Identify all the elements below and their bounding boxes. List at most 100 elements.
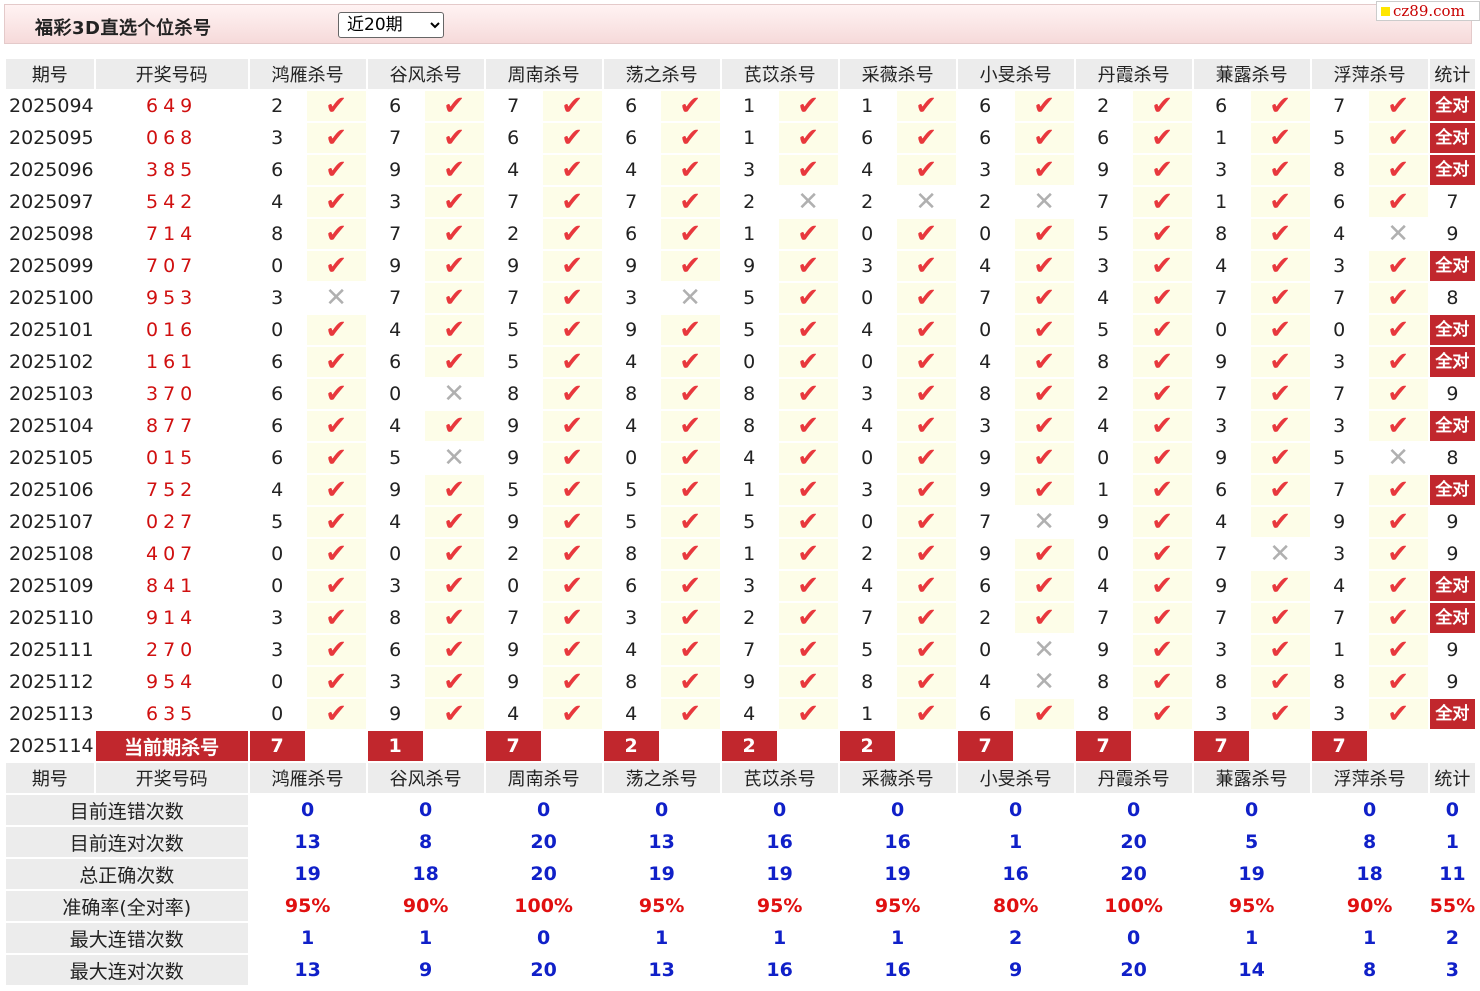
kill-number: 8 — [389, 607, 402, 629]
check-icon: ✔ — [797, 283, 820, 313]
kill-number: 9 — [507, 255, 520, 277]
kill-number: 1 — [861, 95, 874, 117]
hit-cell: ✔ — [424, 475, 484, 505]
hit-cell: ✔ — [1132, 635, 1192, 665]
kill-number: 9 — [979, 447, 992, 469]
row-stat: 全对 — [1429, 251, 1476, 281]
check-icon: ✔ — [797, 507, 820, 537]
kill-number: 4 — [979, 671, 992, 693]
kill-number: 4 — [861, 319, 874, 341]
kill-number: 4 — [1333, 223, 1346, 245]
draw-number: 016 — [145, 319, 198, 341]
kill-number: 7 — [507, 191, 520, 213]
hit-cell: ✔ — [896, 379, 956, 409]
row-stat: 9 — [1446, 223, 1459, 245]
kill-number: 9 — [743, 255, 756, 277]
hit-cell: ✔ — [1368, 475, 1428, 505]
kill-number: 4 — [507, 159, 520, 181]
check-icon: ✔ — [1269, 347, 1292, 377]
all-right-badge: 全对 — [1429, 411, 1476, 441]
column-header: 开奖号码 — [95, 59, 248, 89]
stats-row: 总正确次数 19 18 20 19 19 19 16 20 19 18 11 — [6, 859, 1475, 889]
all-right-badge: 全对 — [1429, 123, 1476, 153]
cross-icon: ✕ — [1387, 219, 1410, 249]
column-header: 统计 — [1429, 763, 1476, 793]
check-icon: ✔ — [1033, 571, 1056, 601]
check-icon: ✔ — [443, 251, 466, 281]
stats-value: 1 — [419, 927, 433, 949]
kill-number: 1 — [1333, 639, 1346, 661]
kill-number: 7 — [1333, 95, 1346, 117]
site-badge[interactable]: cz89.com — [1376, 1, 1480, 21]
hit-cell: ✔ — [778, 411, 838, 441]
check-icon: ✔ — [561, 411, 584, 441]
kill-number: 2 — [861, 543, 874, 565]
hit-cell: ✔ — [896, 155, 956, 185]
hit-cell: ✔ — [424, 411, 484, 441]
kill-number: 8 — [1097, 703, 1110, 725]
draw-number: 370 — [145, 383, 198, 405]
hit-cell: ✔ — [660, 187, 720, 217]
stats-value: 0 — [301, 799, 315, 821]
table-row: 2025104 877 6 ✔ 4 ✔ 9 ✔ 4 ✔ 8 ✔ 4 ✔ 3 ✔ 4 ✔ 3 ✔ 3 ✔ 全对 — [6, 411, 1476, 441]
check-icon: ✔ — [1387, 379, 1410, 409]
check-icon: ✔ — [443, 283, 466, 313]
hit-cell: ✔ — [542, 603, 602, 633]
current-kill-number: 1 — [367, 731, 423, 761]
table-row: 2025098 714 8 ✔ 7 ✔ 2 ✔ 6 ✔ 1 ✔ 0 ✔ 0 ✔ 5 ✔ 8 ✔ 4 ✕ 9 — [6, 219, 1475, 249]
kill-number: 6 — [861, 127, 874, 149]
check-icon: ✔ — [915, 539, 938, 569]
check-icon: ✔ — [797, 219, 820, 249]
stats-row: 最大连对次数 13 9 20 13 16 16 9 20 14 8 3 — [6, 955, 1475, 985]
cross-icon: ✕ — [443, 443, 466, 473]
stats-value: 2 — [1445, 927, 1459, 949]
hit-cell: ✔ — [1132, 603, 1192, 633]
kill-number: 5 — [1333, 447, 1346, 469]
check-icon: ✔ — [561, 347, 584, 377]
check-icon: ✔ — [325, 91, 348, 121]
hit-cell: ✔ — [306, 411, 366, 441]
miss-cell: ✕ — [1014, 667, 1074, 697]
kill-number: 7 — [389, 127, 402, 149]
check-icon: ✔ — [443, 347, 466, 377]
hit-cell: ✔ — [542, 443, 602, 473]
check-icon: ✔ — [325, 443, 348, 473]
stats-value: 90% — [402, 895, 449, 917]
stats-value: 20 — [1120, 959, 1147, 981]
hit-cell: ✔ — [1250, 155, 1310, 185]
issue-number: 2025098 — [9, 223, 94, 245]
kill-number: 5 — [1097, 319, 1110, 341]
check-icon: ✔ — [325, 379, 348, 409]
hit-cell: ✔ — [1132, 315, 1192, 345]
check-icon: ✔ — [325, 699, 348, 729]
all-right-badge: 全对 — [1429, 251, 1476, 281]
check-icon: ✔ — [443, 635, 466, 665]
check-icon: ✔ — [679, 443, 702, 473]
kill-number: 7 — [1333, 383, 1346, 405]
kill-number: 0 — [507, 575, 520, 597]
hit-cell: ✔ — [1132, 187, 1192, 217]
issue-number: 2025106 — [9, 479, 94, 501]
kill-number: 7 — [507, 287, 520, 309]
stats-row: 准确率(全对率) 95% 90% 100% 95% 95% 95% 80% 100% 95% 90%… — [6, 891, 1475, 921]
kill-number: 9 — [507, 511, 520, 533]
check-icon: ✔ — [1033, 251, 1056, 281]
hit-cell: ✔ — [1132, 571, 1192, 601]
hit-cell: ✔ — [306, 347, 366, 377]
check-icon: ✔ — [1269, 315, 1292, 345]
stats-value: 19 — [884, 863, 911, 885]
check-icon: ✔ — [443, 123, 466, 153]
hit-cell: ✔ — [542, 187, 602, 217]
stats-row: 最大连错次数 1 1 0 1 1 1 2 0 1 1 2 — [6, 923, 1475, 953]
period-select[interactable]: 近20期 — [338, 12, 444, 38]
hit-cell: ✔ — [660, 603, 720, 633]
check-icon: ✔ — [325, 315, 348, 345]
hit-cell: ✔ — [896, 251, 956, 281]
kill-number: 4 — [1215, 255, 1228, 277]
column-header: 谷风杀号 — [367, 763, 484, 793]
draw-number: 542 — [145, 191, 198, 213]
kill-number: 9 — [507, 671, 520, 693]
check-icon: ✔ — [797, 699, 820, 729]
kill-number: 8 — [625, 543, 638, 565]
check-icon: ✔ — [1033, 283, 1056, 313]
